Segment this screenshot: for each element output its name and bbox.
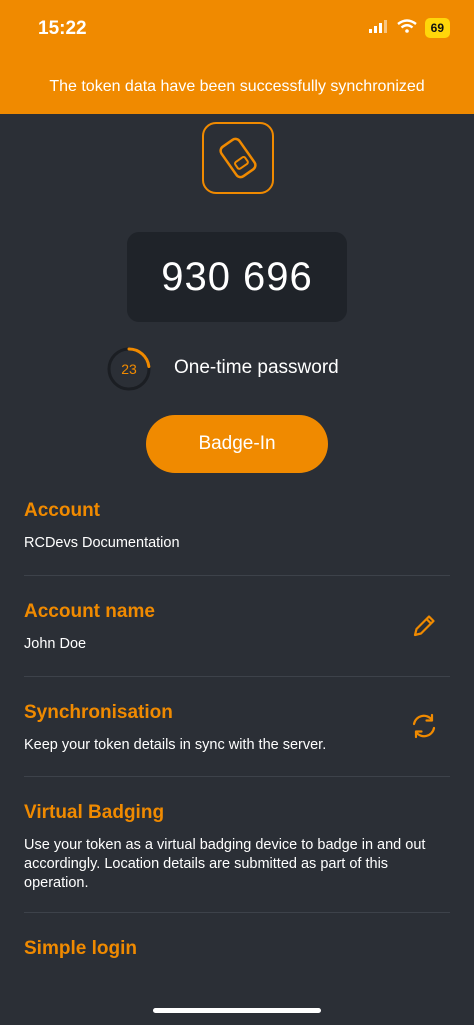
section-title: Simple login — [24, 938, 137, 959]
section-account[interactable]: Account RCDevs Documentation — [24, 500, 450, 553]
section-text: Use your token as a virtual badging devi… — [24, 837, 426, 891]
wifi-icon — [396, 18, 417, 38]
status-icons: 69 — [368, 18, 450, 38]
section-title: Account — [24, 500, 100, 521]
status-bar: 15:22 69 — [0, 0, 474, 60]
otp-timer: 23 — [106, 346, 152, 392]
section-account-name[interactable]: Account name John Doe — [24, 601, 450, 654]
sync-success-banner: The token data have been successfully sy… — [0, 60, 474, 114]
divider — [24, 676, 450, 677]
battery-icon: 69 — [424, 18, 450, 38]
section-title: Synchronisation — [24, 702, 173, 723]
section-title: Virtual Badging — [24, 802, 165, 823]
otp-seconds-left: 23 — [121, 361, 137, 377]
section-title: Account name — [24, 601, 155, 622]
divider — [24, 776, 450, 777]
otp-label: One-time password — [174, 357, 339, 378]
section-text: RCDevs Documentation — [24, 535, 180, 551]
badge-in-button[interactable]: Badge-In — [146, 415, 328, 473]
token-badge-icon — [202, 122, 274, 194]
divider — [24, 912, 450, 913]
section-synchronisation[interactable]: Synchronisation Keep your token details … — [24, 702, 450, 755]
section-text: Keep your token details in sync with the… — [24, 737, 327, 753]
home-indicator — [153, 1008, 321, 1013]
divider — [24, 575, 450, 576]
status-time: 15:22 — [38, 18, 87, 39]
sync-icon[interactable] — [410, 712, 438, 740]
otp-code: 930 696 — [127, 232, 347, 322]
section-virtual-badging[interactable]: Virtual Badging Use your token as a virt… — [24, 802, 450, 893]
section-simple-login[interactable]: Simple login — [24, 938, 450, 960]
signal-icon — [368, 19, 389, 38]
edit-pencil-icon[interactable] — [410, 612, 438, 640]
section-text: John Doe — [24, 636, 87, 652]
